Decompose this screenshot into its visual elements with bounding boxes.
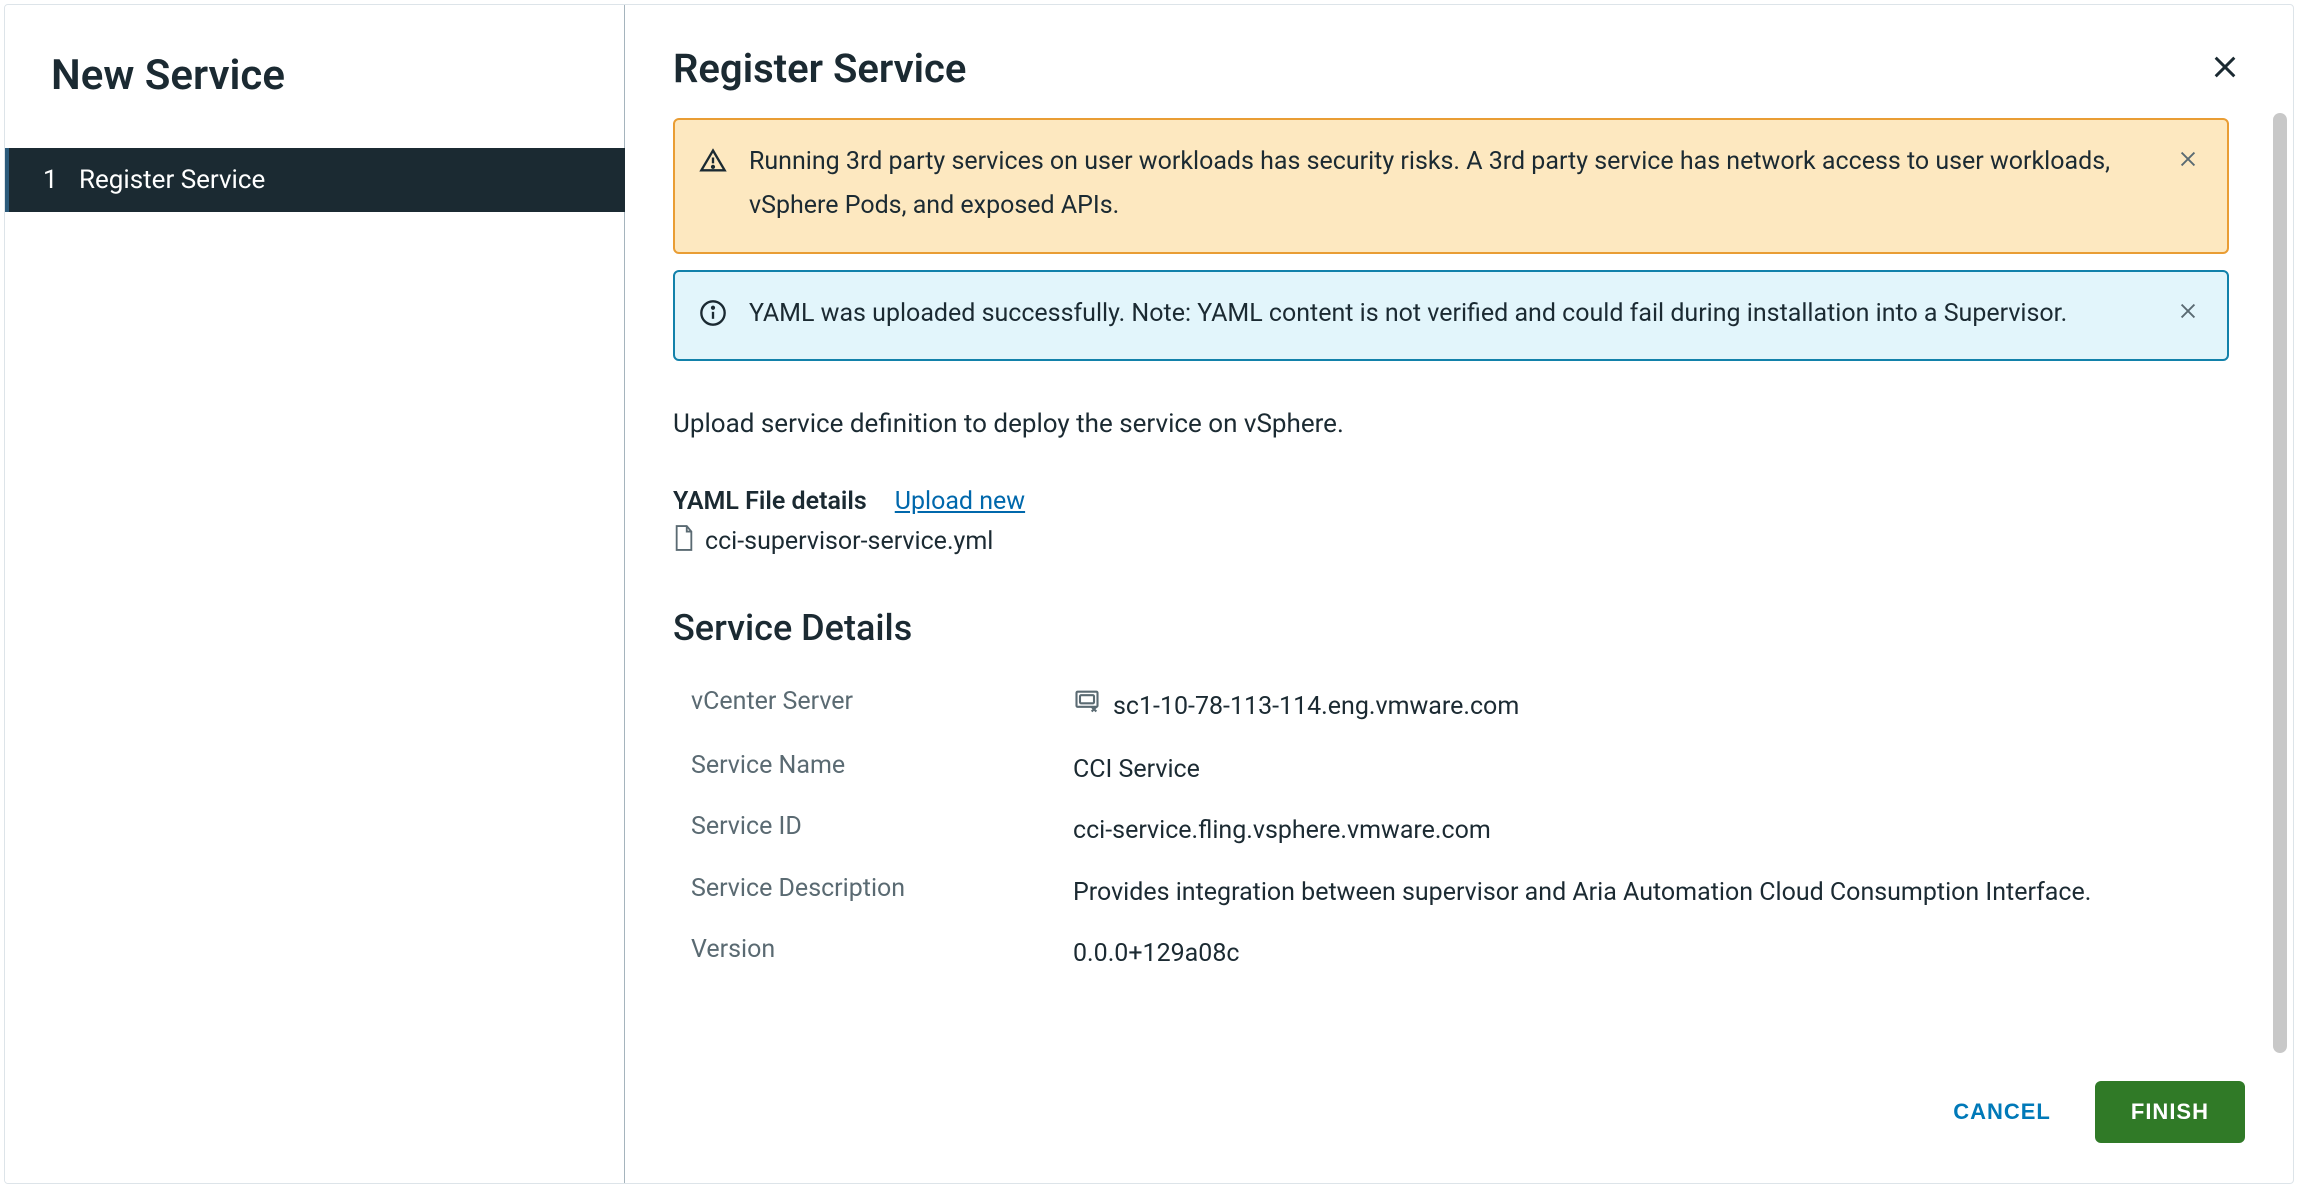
warning-icon <box>699 146 727 174</box>
detail-label: Service Description <box>673 874 1073 903</box>
vcenter-icon <box>1073 687 1101 727</box>
wizard-content: Register Service Running 3rd party servi… <box>625 5 2293 1183</box>
new-service-dialog: New Service 1 Register Service Register … <box>4 4 2294 1184</box>
dismiss-warning-button[interactable] <box>2173 144 2203 177</box>
close-icon <box>2177 148 2199 170</box>
cancel-button[interactable]: CANCEL <box>1937 1085 2067 1139</box>
step-label: Register Service <box>79 165 265 195</box>
warning-text: Running 3rd party services on user workl… <box>749 140 2157 228</box>
file-name: cci-supervisor-service.yml <box>705 527 993 556</box>
page-title: Register Service <box>673 45 966 92</box>
service-id-value: cci-service.fling.vsphere.vmware.com <box>1073 812 2229 850</box>
service-description-value: Provides integration between supervisor … <box>1073 874 2229 912</box>
upload-new-link[interactable]: Upload new <box>895 487 1025 516</box>
detail-row-service-description: Service Description Provides integration… <box>673 862 2229 924</box>
detail-row-service-id: Service ID cci-service.fling.vsphere.vmw… <box>673 800 2229 862</box>
detail-label: Version <box>673 935 1073 964</box>
info-icon <box>699 298 727 326</box>
service-name-value: CCI Service <box>1073 751 2229 789</box>
yaml-file-header: YAML File details Upload new <box>673 487 2229 516</box>
detail-row-service-name: Service Name CCI Service <box>673 739 2229 801</box>
warning-alert: Running 3rd party services on user workl… <box>673 118 2229 254</box>
content-header: Register Service <box>673 45 2245 92</box>
wizard-footer: CANCEL FINISH <box>673 1057 2245 1143</box>
uploaded-file: cci-supervisor-service.yml <box>673 524 2229 559</box>
file-icon <box>673 524 695 559</box>
yaml-file-label: YAML File details <box>673 487 867 516</box>
version-value: 0.0.0+129a08c <box>1073 935 2229 973</box>
scrollbar[interactable] <box>2273 113 2287 1053</box>
info-text: YAML was uploaded successfully. Note: YA… <box>749 292 2157 336</box>
close-icon <box>2211 53 2239 81</box>
close-icon <box>2177 300 2199 322</box>
wizard-sidebar: New Service 1 Register Service <box>5 5 625 1183</box>
dismiss-info-button[interactable] <box>2173 296 2203 329</box>
detail-row-version: Version 0.0.0+129a08c <box>673 923 2229 985</box>
wizard-title: New Service <box>51 51 624 100</box>
content-body: Running 3rd party services on user workl… <box>673 118 2245 1057</box>
upload-description: Upload service definition to deploy the … <box>673 409 2229 439</box>
close-button[interactable] <box>2205 47 2245 90</box>
finish-button[interactable]: FINISH <box>2095 1081 2245 1143</box>
service-details-heading: Service Details <box>673 607 2229 649</box>
wizard-step-register-service[interactable]: 1 Register Service <box>5 148 625 212</box>
detail-row-vcenter: vCenter Server sc1-10-78-113-114.eng.vmw… <box>673 675 2229 739</box>
detail-label: Service ID <box>673 812 1073 841</box>
info-alert: YAML was uploaded successfully. Note: YA… <box>673 270 2229 362</box>
vcenter-server-value: sc1-10-78-113-114.eng.vmware.com <box>1113 688 1519 726</box>
detail-label: vCenter Server <box>673 687 1073 716</box>
detail-value: sc1-10-78-113-114.eng.vmware.com <box>1073 687 2229 727</box>
step-number: 1 <box>43 165 79 195</box>
detail-label: Service Name <box>673 751 1073 780</box>
